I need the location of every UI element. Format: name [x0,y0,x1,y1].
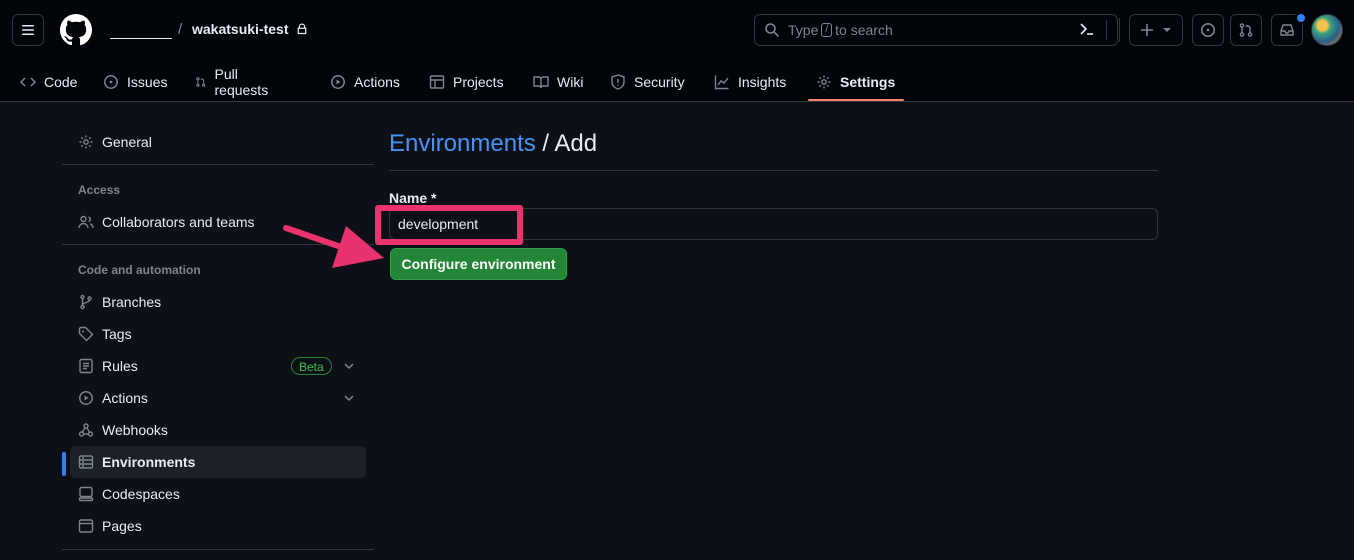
title-divider [389,170,1158,171]
tab-pull-requests[interactable]: Pull requests [195,62,273,102]
menu-button[interactable] [12,14,44,46]
beta-badge: Beta [291,357,332,375]
breadcrumb-current: / Add [542,130,598,157]
sidebar-item-actions[interactable]: Actions [70,382,366,414]
code-icon [20,77,36,87]
annotation-arrow-icon [283,225,384,268]
chevron-down-icon[interactable] [343,360,355,372]
sidebar-item-branches[interactable]: Branches [70,286,366,318]
tab-label: Pull requests [214,66,269,98]
configure-environment-button[interactable]: Configure environment [390,248,567,280]
page-title: Environments / Add [389,130,597,158]
tab-wiki[interactable]: Wiki [533,62,583,102]
sidebar-divider [62,164,374,165]
sidebar-item-label: Rules [102,358,138,374]
gear-icon [817,75,831,89]
sidebar-item-environments[interactable]: Environments [70,446,366,478]
issue-icon [104,75,118,89]
tab-code[interactable]: Code [20,62,77,102]
path-separator: / [178,21,183,38]
sidebar-item-label: Codespaces [102,486,180,502]
annotation-highlight-box [375,205,523,245]
tab-label: Issues [127,74,168,90]
sidebar-heading-code-automation: Code and automation [78,263,201,277]
tab-label: Insights [738,74,787,90]
graph-icon [714,75,729,90]
tab-actions[interactable]: Actions [330,62,400,102]
owner-name-redacted[interactable] [110,38,172,39]
tab-label: Wiki [557,74,584,90]
active-item-indicator [62,452,66,476]
inbox-icon [1280,24,1294,36]
branch-icon [80,294,92,310]
search-placeholder-prefix: Type [788,22,819,38]
sidebar-item-label: Pages [102,518,142,534]
search-placeholder-suffix: to search [835,22,893,38]
server-icon [78,455,94,469]
plus-icon [1141,24,1153,36]
sidebar-divider [62,549,374,550]
sidebar-item-label: General [102,134,152,150]
chevron-down-icon[interactable] [343,392,355,404]
tab-issues[interactable]: Issues [103,62,167,102]
gear-icon [79,135,93,149]
breadcrumb-environments-link[interactable]: Environments [389,130,536,157]
tab-label: Code [44,74,78,90]
lock-icon [296,23,308,35]
search-shortcut-key: / [821,23,833,37]
header-divider [1119,18,1120,42]
sidebar-item-webhooks[interactable]: Webhooks [70,414,366,446]
book-icon [533,76,549,89]
browser-icon [78,519,94,533]
github-logo-icon[interactable] [60,14,92,46]
sidebar-item-label: Actions [102,390,148,406]
name-field-label: Name * [389,190,437,206]
notification-dot [1295,12,1307,24]
command-palette-icon[interactable] [1076,18,1098,40]
tab-security[interactable]: Security [610,62,685,102]
tab-insights[interactable]: Insights [714,62,786,102]
shield-icon [611,74,625,90]
issue-icon [1201,23,1215,37]
search-icon [765,23,779,37]
caret-down-icon [1163,28,1171,32]
pull-request-icon [196,77,206,87]
sidebar-item-general[interactable]: General [70,126,366,158]
issues-button[interactable] [1192,14,1224,46]
sidebar-item-label: Collaborators and teams [102,214,255,230]
create-new-button[interactable] [1129,14,1183,46]
pull-requests-button[interactable] [1230,14,1262,46]
play-icon [331,75,345,89]
sidebar-item-pages[interactable]: Pages [70,510,366,542]
tag-icon [78,326,94,342]
people-icon [78,215,94,229]
webhook-icon [78,423,94,437]
tab-label: Security [634,74,685,90]
tab-label: Settings [840,74,896,90]
avatar[interactable] [1311,14,1343,46]
play-icon [79,391,93,405]
repo-name-link[interactable]: wakatsuki-test [192,21,288,37]
search-input[interactable]: Type / to search [754,14,1118,46]
sidebar-item-codespaces[interactable]: Codespaces [70,478,366,510]
table-icon [429,75,445,89]
tab-label: Actions [354,74,400,90]
codespaces-icon [78,486,94,502]
pull-request-icon [1239,23,1253,37]
search-divider [1106,20,1107,40]
sidebar-item-label: Branches [102,294,162,310]
tab-settings[interactable]: Settings [816,62,895,102]
sidebar-item-label: Webhooks [102,422,168,438]
selected-tab-underline [808,99,904,101]
sidebar-item-label: Tags [102,326,132,342]
hamburger-icon [22,25,34,35]
sidebar-item-label: Environments [102,454,196,470]
tab-projects[interactable]: Projects [429,62,504,102]
sidebar-item-tags[interactable]: Tags [70,318,366,350]
rules-icon [79,358,93,374]
tab-label: Projects [453,74,504,90]
sidebar-heading-access: Access [78,183,121,197]
